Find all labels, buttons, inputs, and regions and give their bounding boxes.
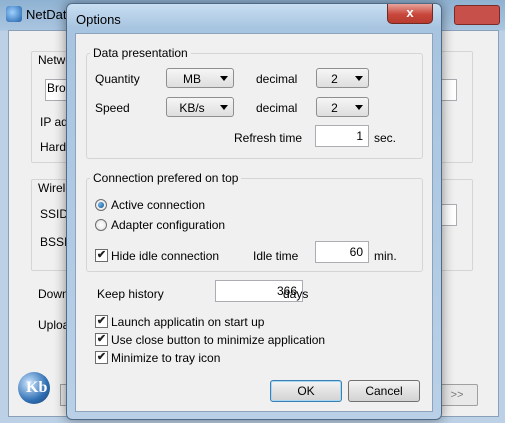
speed-unit-value: KB/s bbox=[179, 101, 205, 115]
quantity-label: Quantity bbox=[95, 72, 140, 86]
close-minimizes-checkbox[interactable]: ✔ bbox=[95, 333, 108, 346]
refresh-time-input[interactable]: 1 bbox=[315, 125, 369, 147]
check-icon: ✔ bbox=[96, 315, 107, 327]
speed-decimal-select[interactable]: 2 bbox=[316, 97, 369, 117]
dialog-title: Options bbox=[76, 12, 121, 27]
cancel-button[interactable]: Cancel bbox=[348, 380, 420, 402]
quantity-unit-value: MB bbox=[183, 72, 201, 86]
check-icon: ✔ bbox=[96, 249, 107, 261]
adapter-configuration-radio[interactable] bbox=[95, 219, 107, 231]
background-label-ssid: SSID bbox=[40, 207, 69, 221]
background-next-button[interactable]: >> bbox=[436, 384, 478, 406]
idle-time-input[interactable]: 60 bbox=[315, 241, 369, 263]
network-app-icon bbox=[6, 6, 22, 22]
speed-unit-select[interactable]: KB/s bbox=[166, 97, 234, 117]
idle-time-label: Idle time bbox=[253, 249, 299, 263]
adapter-configuration-label[interactable]: Adapter configuration bbox=[111, 218, 225, 232]
minimize-to-tray-label[interactable]: Minimize to tray icon bbox=[111, 351, 220, 365]
quantity-decimal-label: decimal bbox=[256, 72, 298, 86]
refresh-time-label: Refresh time bbox=[234, 131, 303, 145]
background-close-button[interactable] bbox=[454, 5, 500, 25]
ok-button[interactable]: OK bbox=[270, 380, 342, 402]
keep-history-unit: days bbox=[283, 287, 309, 301]
launch-on-startup-checkbox[interactable]: ✔ bbox=[95, 315, 108, 328]
quantity-unit-select[interactable]: MB bbox=[166, 68, 234, 88]
background-window-title: NetDat bbox=[26, 7, 67, 22]
quantity-decimal-select[interactable]: 2 bbox=[316, 68, 369, 88]
check-icon: ✔ bbox=[96, 333, 107, 345]
dialog-client-area: Data presentation Quantity MB decimal 2 … bbox=[75, 33, 433, 412]
chevron-down-icon bbox=[355, 105, 363, 110]
idle-time-unit: min. bbox=[374, 249, 397, 263]
chevron-down-icon bbox=[220, 105, 228, 110]
hide-idle-checkbox[interactable]: ✔ bbox=[95, 249, 108, 262]
active-connection-radio[interactable] bbox=[95, 199, 107, 211]
options-dialog: Options x Data presentation Quantity MB … bbox=[66, 3, 442, 420]
data-presentation-group-label: Data presentation bbox=[90, 46, 191, 60]
chevron-down-icon bbox=[355, 76, 363, 81]
keep-history-label: Keep history bbox=[97, 287, 164, 301]
connection-group-label: Connection prefered on top bbox=[90, 171, 242, 185]
close-icon[interactable]: x bbox=[387, 4, 433, 24]
hide-idle-label[interactable]: Hide idle connection bbox=[111, 249, 219, 263]
close-minimizes-label[interactable]: Use close button to minimize application bbox=[111, 333, 325, 347]
check-icon: ✔ bbox=[96, 351, 107, 363]
quantity-decimal-value: 2 bbox=[331, 72, 338, 86]
background-label-upload: Uploa bbox=[38, 318, 70, 332]
refresh-time-unit: sec. bbox=[374, 131, 397, 145]
chevron-down-icon bbox=[220, 76, 228, 81]
speed-decimal-value: 2 bbox=[331, 101, 338, 115]
speed-decimal-label: decimal bbox=[256, 101, 298, 115]
speed-label: Speed bbox=[95, 101, 130, 115]
kb-logo-icon: Kb bbox=[18, 372, 50, 404]
background-label-download: Down bbox=[38, 287, 69, 301]
minimize-to-tray-checkbox[interactable]: ✔ bbox=[95, 351, 108, 364]
launch-on-startup-label[interactable]: Launch applicatin on start up bbox=[111, 315, 264, 329]
background-label-ip: IP ad bbox=[40, 115, 68, 129]
active-connection-label[interactable]: Active connection bbox=[111, 198, 205, 212]
